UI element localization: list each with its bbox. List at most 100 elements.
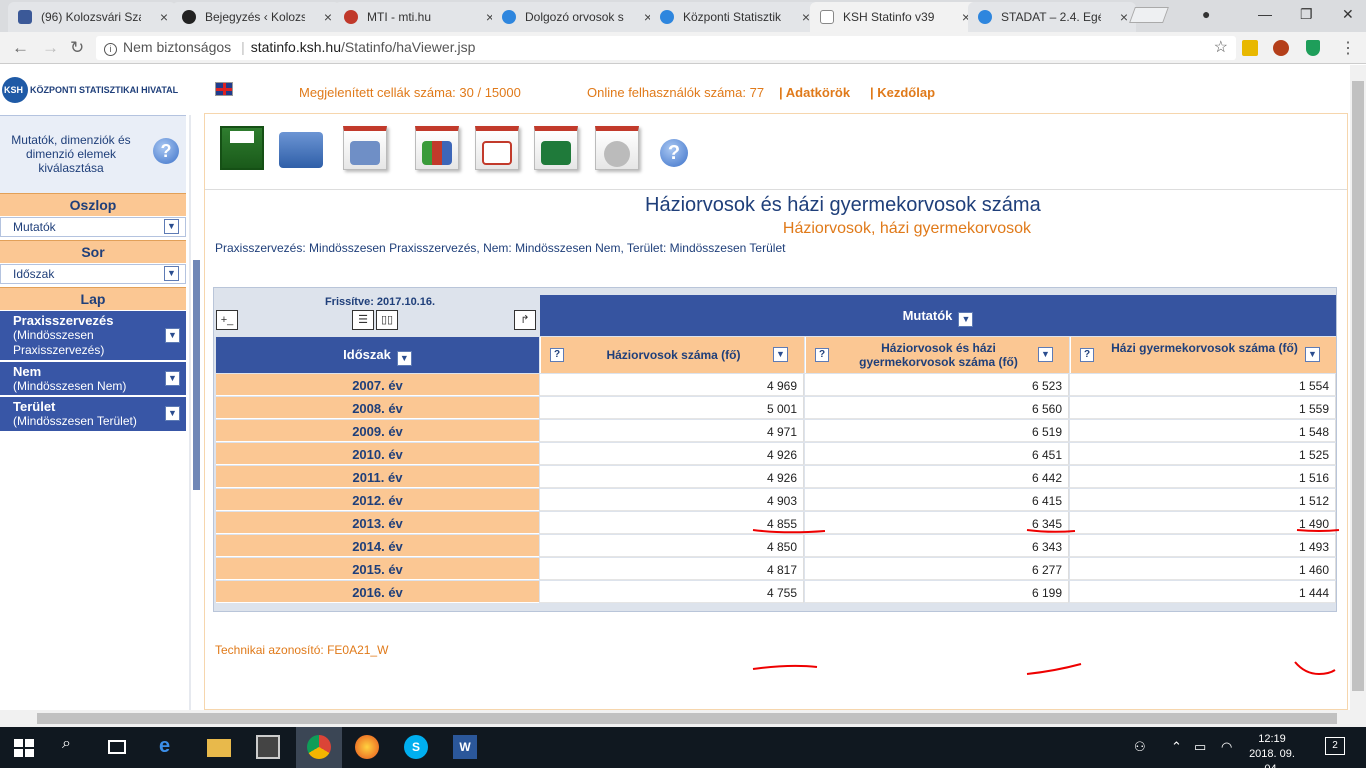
chevron-down-icon[interactable]: ▼ <box>165 406 180 421</box>
chevron-down-icon[interactable]: ▼ <box>773 347 788 362</box>
chevron-down-icon[interactable]: ▼ <box>396 351 412 366</box>
back-icon[interactable]: ← <box>12 38 29 58</box>
adatkorok-link[interactable]: | Adatkörök <box>779 85 850 100</box>
file-explorer-icon[interactable] <box>207 739 231 757</box>
word-icon[interactable]: W <box>453 735 477 759</box>
dim-terulet[interactable]: Terület (Mindösszesen Terület) ▼ <box>0 397 186 432</box>
lap-header: Lap <box>0 287 186 310</box>
table-cell: 4 817 <box>540 558 804 580</box>
info-icon[interactable] <box>595 126 639 170</box>
bookmark-star-icon[interactable]: ☆ <box>1214 37 1228 57</box>
close-icon[interactable]: × <box>802 9 810 25</box>
forward-icon[interactable]: → <box>42 38 59 58</box>
chevron-down-icon[interactable]: ▼ <box>164 219 179 234</box>
chart-icon[interactable] <box>415 126 459 170</box>
help-icon[interactable]: ? <box>550 348 564 362</box>
table-cell: 1 559 <box>1070 397 1336 419</box>
chrome-icon <box>307 735 331 759</box>
minimize-icon[interactable]: — <box>1258 6 1272 22</box>
expand-icon[interactable]: +_ <box>216 310 238 330</box>
chevron-down-icon[interactable]: ▼ <box>1305 347 1320 362</box>
table-cell: 6 415 <box>805 489 1069 511</box>
swap-axes-icon[interactable]: ↱ <box>514 310 536 330</box>
excel-icon[interactable] <box>534 126 578 170</box>
new-tab-button[interactable] <box>1129 7 1169 23</box>
close-window-icon[interactable]: ✕ <box>1342 6 1354 23</box>
ksh-logo[interactable]: KSH KÖZPONTI STATISZTIKAI HIVATAL <box>2 77 202 107</box>
restore-icon[interactable]: ❐ <box>1300 6 1313 23</box>
browser-tab[interactable]: (96) Kolozsvári Szal × <box>8 2 176 32</box>
chevron-up-icon[interactable]: ⌃ <box>1171 739 1182 755</box>
shield-icon[interactable] <box>1306 40 1320 56</box>
kezdolap-link[interactable]: | Kezdőlap <box>870 85 935 100</box>
pdf-icon[interactable] <box>475 126 519 170</box>
horizontal-scrollbar[interactable] <box>0 710 1366 727</box>
left-panel: Mutatók, dimenziók és dimenzió elemek ki… <box>0 115 186 710</box>
battery-icon[interactable]: ▭ <box>1194 739 1206 755</box>
dim-praxisszervezes[interactable]: Praxisszervezés (Mindösszesen Praxisszer… <box>0 311 186 361</box>
layout-cols-icon[interactable]: ▯▯ <box>376 310 398 330</box>
chrome-taskbar-button[interactable] <box>296 727 342 768</box>
windows-start-icon[interactable] <box>12 735 36 759</box>
table-cell: 6 343 <box>805 535 1069 557</box>
oszlop-select[interactable]: Mutatók ▼ <box>0 217 186 237</box>
help-icon[interactable]: ? <box>815 348 829 362</box>
browser-tab[interactable]: Bejegyzés ‹ Kolozsv × <box>172 2 340 32</box>
table-cell: 4 969 <box>540 374 804 396</box>
report-title: Háziorvosok és házi gyermekorvosok száma <box>645 194 1041 216</box>
extension-icon[interactable] <box>1242 40 1258 56</box>
sor-select[interactable]: Időszak ▼ <box>0 264 186 284</box>
scroll-thumb[interactable] <box>1352 81 1364 691</box>
save-icon[interactable] <box>220 126 264 170</box>
extension-icon[interactable] <box>1273 40 1289 56</box>
close-icon[interactable]: × <box>1120 9 1128 25</box>
report-subtitle: Háziorvosok, házi gyermekorvosok <box>782 220 1031 237</box>
english-flag-icon[interactable] <box>215 82 233 96</box>
wifi-icon[interactable]: ◠ <box>1221 739 1232 755</box>
url-input[interactable]: i Nem biztonságos | statinfo.ksh.hu/Statin… <box>96 36 1236 60</box>
ksh-icon <box>978 10 992 24</box>
chevron-down-icon[interactable]: ▼ <box>165 327 180 343</box>
chevron-down-icon[interactable]: ▼ <box>164 266 179 281</box>
close-icon[interactable]: × <box>160 9 168 25</box>
map-icon[interactable] <box>343 126 387 170</box>
panel-resize-handle[interactable] <box>193 260 200 490</box>
red-underline <box>1026 663 1082 675</box>
people-icon[interactable]: ⚇ <box>1134 739 1146 755</box>
search-icon[interactable]: ⌕ <box>62 735 86 759</box>
sor-header: Sor <box>0 240 186 263</box>
browser-tab[interactable]: STADAT – 2.4. Egés × <box>968 2 1136 32</box>
browser-tab[interactable]: Központi Statisztik × <box>650 2 818 32</box>
vertical-scrollbar[interactable] <box>1350 65 1366 710</box>
table-cell: 4 903 <box>540 489 804 511</box>
firefox-icon[interactable] <box>355 735 379 759</box>
reload-icon[interactable]: ↻ <box>70 38 84 58</box>
dim-nem[interactable]: Nem (Mindösszesen Nem) ▼ <box>0 362 186 396</box>
store-icon[interactable] <box>256 735 280 759</box>
close-icon[interactable]: × <box>324 9 332 25</box>
open-folder-icon[interactable] <box>279 132 323 168</box>
browser-tab[interactable]: MTI - mti.hu × <box>334 2 502 32</box>
help-icon[interactable]: ? <box>660 139 688 167</box>
menu-icon[interactable]: ⋮ <box>1340 38 1356 58</box>
table-cell: 6 519 <box>805 420 1069 442</box>
task-view-icon[interactable] <box>108 740 126 754</box>
clock[interactable]: 12:19 2018. 09. 04. <box>1244 732 1300 777</box>
notifications-icon[interactable]: 2 <box>1325 737 1345 755</box>
edge-icon[interactable]: e <box>159 735 183 759</box>
chevron-down-icon[interactable]: ▼ <box>1038 347 1053 362</box>
help-icon[interactable]: ? <box>153 138 179 164</box>
help-icon[interactable]: ? <box>1080 348 1094 362</box>
chevron-down-icon[interactable]: ▼ <box>165 370 180 386</box>
table-cell: 1 548 <box>1070 420 1336 442</box>
skype-icon[interactable]: S <box>404 735 428 759</box>
layout-rows-icon[interactable]: ☰ <box>352 310 374 330</box>
technical-id: Technikai azonosító: FE0A21_W <box>215 643 389 657</box>
scroll-thumb[interactable] <box>37 713 1337 724</box>
browser-tab-active[interactable]: KSH Statinfo v39 × <box>810 2 978 32</box>
profile-icon[interactable]: ● <box>1202 6 1210 22</box>
info-icon[interactable]: i <box>104 43 117 56</box>
chevron-down-icon[interactable]: ▼ <box>958 312 974 327</box>
browser-tab[interactable]: Dolgozó orvosok s × <box>492 2 660 32</box>
table-cell: 1 490 <box>1070 512 1336 534</box>
